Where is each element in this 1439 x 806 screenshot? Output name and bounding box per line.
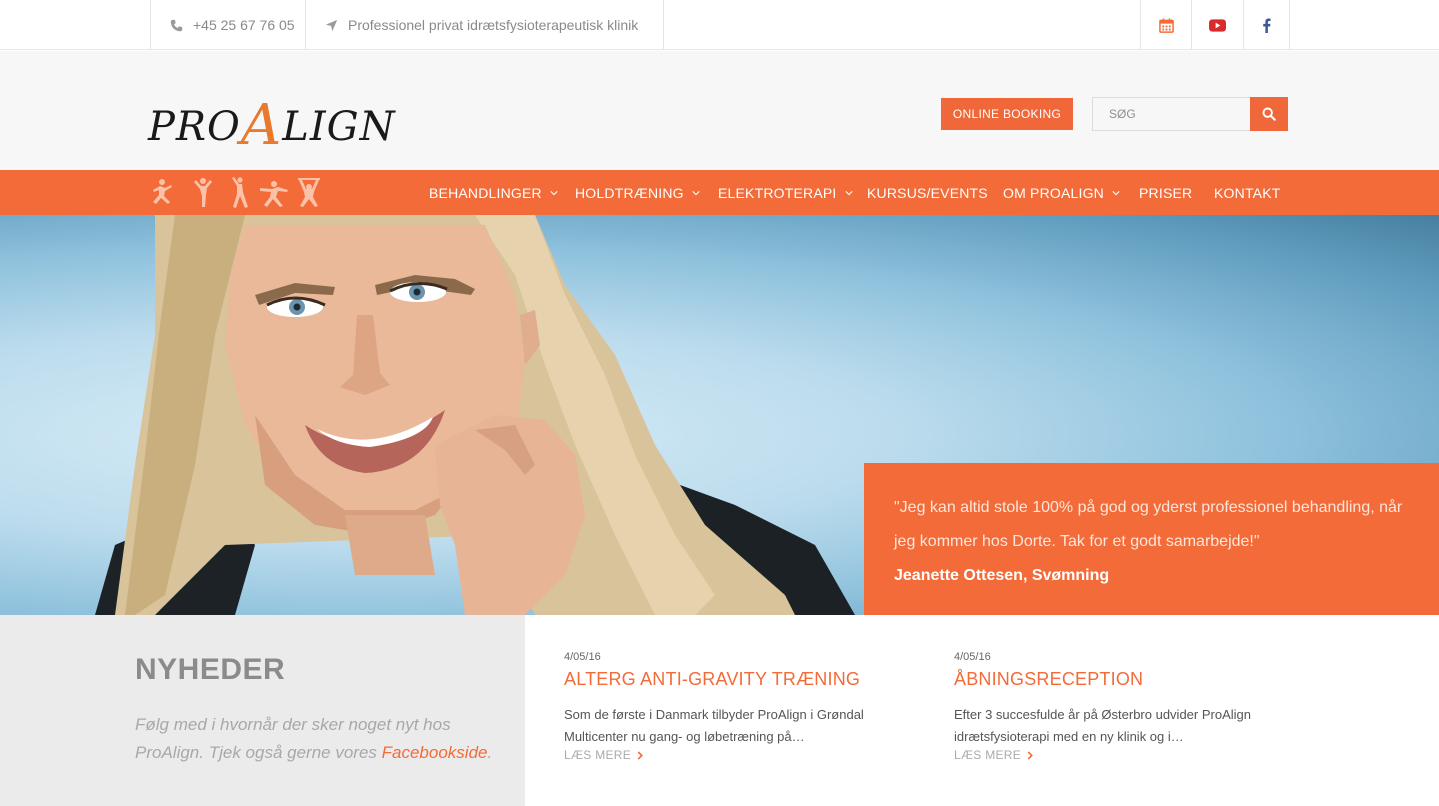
phone-info[interactable]: +45 25 67 76 05 [150,0,305,50]
chevron-down-icon [1112,190,1120,195]
calendar-icon [1159,17,1174,33]
nav-label: HOLDTRÆNING [575,184,684,201]
read-more-link[interactable]: LÆS MERE [954,748,1284,762]
post-date: 4/05/16 [564,651,601,663]
testimonial-portrait-image [95,215,855,615]
site-header: PROALIGN ONLINE BOOKING SØG [0,51,1439,170]
athlete-figures-icon [153,177,320,208]
chevron-down-icon [550,190,558,195]
logo-a: A [240,93,283,158]
online-booking-button[interactable]: ONLINE BOOKING [941,98,1073,130]
chevron-down-icon [692,190,700,195]
nav-item-kontakt[interactable]: KONTAKT [1214,170,1280,215]
post-excerpt: Efter 3 succesfulde år på Østerbro udvid… [954,707,1251,744]
search-icon [1262,107,1276,121]
search-input[interactable]: SØG [1092,97,1251,131]
search-button[interactable] [1250,97,1288,131]
nav-item-priser[interactable]: PRISER [1139,170,1192,215]
logo-lign: LIGN [282,104,396,150]
phone-icon [169,18,183,32]
nav-label: OM PROALIGN [1003,184,1104,201]
hero-banner: "Jeg kan altid stole 100% på god og yder… [0,215,1439,615]
news-post: 4/05/16 ALTERG ANTI-GRAVITY TRÆNING Som … [564,651,894,762]
calendar-link[interactable] [1140,0,1192,50]
tagline-info: Professionel privat idrætsfysioterapeuti… [305,0,664,50]
main-navigation: BEHANDLINGER HOLDTRÆNING ELEKTROTERAPI K… [0,170,1439,215]
logo-wordmark: PROALIGN [148,89,396,158]
facebook-link[interactable] [1243,0,1290,50]
facebook-icon [1263,17,1271,33]
chevron-right-icon [1027,750,1034,760]
clinic-tagline: Professionel privat idrætsfysioterapeuti… [348,17,639,33]
youtube-icon [1209,18,1226,32]
read-more-label: LÆS MERE [564,748,632,762]
nav-label: PRISER [1139,184,1193,201]
read-more-link[interactable]: LÆS MERE [564,748,894,762]
nav-item-kursus-events[interactable]: KURSUS/EVENTS [867,170,988,215]
news-posts-panel: 4/05/16 ALTERG ANTI-GRAVITY TRÆNING Som … [525,615,1439,806]
news-intro-panel: NYHEDER Følg med i hvornår der sker noge… [0,615,525,806]
news-heading: NYHEDER [135,653,286,686]
logo-pro: PRO [148,104,241,150]
phone-number: +45 25 67 76 05 [193,17,295,33]
top-bar: +45 25 67 76 05 Professionel privat idræ… [0,0,1439,50]
chevron-down-icon [844,190,853,195]
news-intro-text: Følg med i hvornår der sker noget nyt ho… [135,711,495,767]
nav-item-behandlinger[interactable]: BEHANDLINGER [429,170,558,215]
proalign-logo[interactable]: PROALIGN [148,79,403,158]
nav-label: ELEKTROTERAPI [718,184,837,201]
nav-label: BEHANDLINGER [429,184,542,201]
post-title-link[interactable]: ALTERG ANTI-GRAVITY TRÆNING [564,669,894,690]
testimonial-box: "Jeg kan altid stole 100% på god og yder… [864,463,1439,615]
chevron-right-icon [637,750,644,760]
news-intro-end: . [487,743,493,762]
testimonial-author: Jeanette Ottesen, Svømning [894,567,1110,584]
nav-item-holdtraening[interactable]: HOLDTRÆNING [575,170,700,215]
location-arrow-icon [324,18,338,32]
read-more-label: LÆS MERE [954,748,1022,762]
nav-label: KURSUS/EVENTS [867,184,988,201]
post-title-link[interactable]: ÅBNINGSRECEPTION [954,669,1284,690]
news-post: 4/05/16 ÅBNINGSRECEPTION Efter 3 succesf… [954,651,1284,762]
nav-item-om-proalign[interactable]: OM PROALIGN [1003,170,1120,215]
post-excerpt: Som de første i Danmark tilbyder ProAlig… [564,707,864,744]
facebook-page-link[interactable]: Facebookside [382,743,488,762]
youtube-link[interactable] [1191,0,1243,50]
testimonial-quote: "Jeg kan altid stole 100% på god og yder… [894,499,1403,550]
nav-label: KONTAKT [1214,184,1281,201]
nav-item-elektroterapi[interactable]: ELEKTROTERAPI [718,170,853,215]
post-date: 4/05/16 [954,651,991,663]
